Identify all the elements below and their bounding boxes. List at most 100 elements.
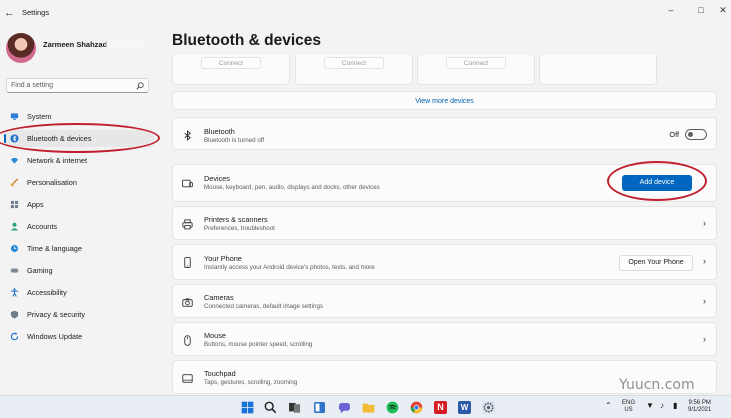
connect-button[interactable]: Connect (324, 57, 384, 69)
widgets-icon[interactable] (313, 401, 326, 414)
bluetooth-toggle[interactable] (685, 129, 707, 140)
task-view-icon[interactable] (288, 401, 301, 414)
maximize-icon[interactable]: □ (694, 4, 708, 16)
word-icon[interactable]: W (458, 401, 471, 414)
chevron-right-icon: › (703, 256, 706, 266)
shield-icon (10, 310, 19, 319)
your-phone-row[interactable]: Your Phone Instantly access your Android… (172, 244, 717, 280)
toggle-state-label: Off (669, 130, 679, 139)
sidebar-item-system[interactable]: System (4, 108, 154, 125)
search-input[interactable]: Find a setting (6, 78, 149, 93)
globe-clock-icon (10, 244, 19, 253)
sidebar-item-accounts[interactable]: Accounts (4, 218, 154, 235)
sidebar-item-label: Network & internet (27, 156, 88, 165)
printers-row[interactable]: Printers & scanners Preferences, trouble… (172, 206, 717, 240)
open-your-phone-button[interactable]: Open Your Phone (619, 255, 693, 271)
sidebar-item-label: Accessibility (27, 288, 67, 297)
devices-row[interactable]: Devices Mouse, keyboard, pen, audio, dis… (172, 164, 717, 202)
touchpad-icon (182, 374, 193, 383)
active-indicator (4, 134, 6, 143)
connect-button[interactable]: Connect (446, 57, 506, 69)
monitor-icon (10, 113, 19, 120)
close-icon[interactable]: ✕ (716, 4, 730, 16)
settings-gear-icon[interactable] (482, 401, 495, 414)
device-tile: Connect (417, 55, 535, 85)
camera-icon (182, 298, 193, 307)
language-bottom: US (624, 407, 633, 413)
search-icon[interactable] (264, 401, 277, 414)
wifi-icon (10, 157, 19, 164)
row-subtitle: Connected cameras, default image setting… (204, 303, 324, 310)
sidebar-item-privacy[interactable]: Privacy & security (4, 306, 154, 323)
apps-icon (10, 200, 19, 209)
battery-icon[interactable]: ▮ (673, 402, 677, 410)
bluetooth-icon (184, 130, 192, 141)
device-tile (539, 55, 657, 85)
clock[interactable]: 9:56 PM 9/1/2021 (688, 400, 711, 414)
page-title: Bluetooth & devices (172, 32, 321, 49)
sidebar-item-label: Privacy & security (27, 310, 85, 319)
chat-icon[interactable] (338, 401, 351, 414)
language-indicator[interactable]: ENG US (622, 400, 635, 414)
chevron-up-icon[interactable]: ⌃ (605, 402, 612, 410)
sidebar-item-personalisation[interactable]: Personalisation (4, 174, 154, 191)
view-more-devices-link[interactable]: View more devices (172, 91, 717, 110)
row-title: Touchpad (204, 369, 236, 378)
sidebar-item-label: Windows Update (27, 332, 83, 341)
netflix-icon[interactable]: N (434, 401, 447, 414)
spotify-icon[interactable] (386, 401, 399, 414)
row-title: Devices (204, 174, 230, 183)
sidebar-item-label: Time & language (27, 244, 82, 253)
mouse-icon (184, 335, 191, 346)
sidebar-item-accessibility[interactable]: Accessibility (4, 284, 154, 301)
redaction-blur (106, 40, 144, 48)
chevron-right-icon: › (703, 334, 706, 344)
bluetooth-row: Bluetooth Bluetooth is turned off Off (172, 117, 717, 150)
add-device-button[interactable]: Add device (622, 175, 692, 191)
sidebar-item-network[interactable]: Network & internet (4, 152, 154, 169)
sidebar-item-gaming[interactable]: Gaming (4, 262, 154, 279)
chevron-right-icon: › (703, 296, 706, 306)
avatar[interactable] (6, 33, 36, 63)
row-subtitle: Preferences, troubleshoot (204, 225, 275, 232)
clock-date: 9/1/2021 (688, 407, 712, 413)
row-title: Mouse (204, 331, 226, 340)
chrome-icon[interactable] (410, 401, 423, 414)
wifi-icon[interactable]: ▼ (646, 402, 654, 410)
device-tile: Connect (295, 55, 413, 85)
connect-button[interactable]: Connect (201, 57, 261, 69)
bluetooth-icon (10, 134, 19, 143)
sidebar-item-label: Personalisation (27, 178, 77, 187)
title-bar: ← Settings – □ ✕ (0, 0, 731, 26)
windows-start-icon[interactable] (241, 401, 254, 414)
phone-icon (184, 257, 191, 268)
language-top: ENG (622, 400, 636, 406)
cameras-row[interactable]: Cameras Connected cameras, default image… (172, 284, 717, 318)
sidebar-item-apps[interactable]: Apps (4, 196, 154, 213)
minimize-icon[interactable]: – (664, 4, 678, 16)
search-icon (136, 82, 144, 90)
update-icon (10, 332, 19, 341)
watermark: Yuucn.com (619, 377, 695, 393)
row-subtitle: Taps, gestures, scrolling, zooming (204, 379, 298, 386)
row-title: Printers & scanners (204, 215, 268, 224)
row-subtitle: Mouse, keyboard, pen, audio, displays an… (204, 184, 380, 191)
view-more-label: View more devices (415, 98, 474, 105)
back-arrow-icon[interactable]: ← (4, 6, 16, 20)
sidebar-item-time-language[interactable]: Time & language (4, 240, 154, 257)
clock-time: 9:56 PM (688, 400, 711, 406)
row-subtitle: Buttons, mouse pointer speed, scrolling (204, 341, 313, 348)
keyboard-mouse-icon (182, 179, 193, 188)
sidebar-item-bluetooth-devices[interactable]: Bluetooth & devices (4, 130, 154, 147)
row-title: Cameras (204, 293, 234, 302)
mouse-row[interactable]: Mouse Buttons, mouse pointer speed, scro… (172, 322, 717, 356)
volume-icon[interactable]: ♪ (660, 402, 664, 410)
device-tile: Connect (172, 55, 290, 85)
chevron-right-icon: › (703, 218, 706, 228)
file-explorer-icon[interactable] (362, 401, 375, 414)
sidebar-item-label: Apps (27, 200, 44, 209)
row-title: Bluetooth (204, 127, 235, 136)
sidebar-item-label: Accounts (27, 222, 58, 231)
sidebar-item-windows-update[interactable]: Windows Update (4, 328, 154, 345)
row-subtitle: Bluetooth is turned off (204, 137, 265, 144)
